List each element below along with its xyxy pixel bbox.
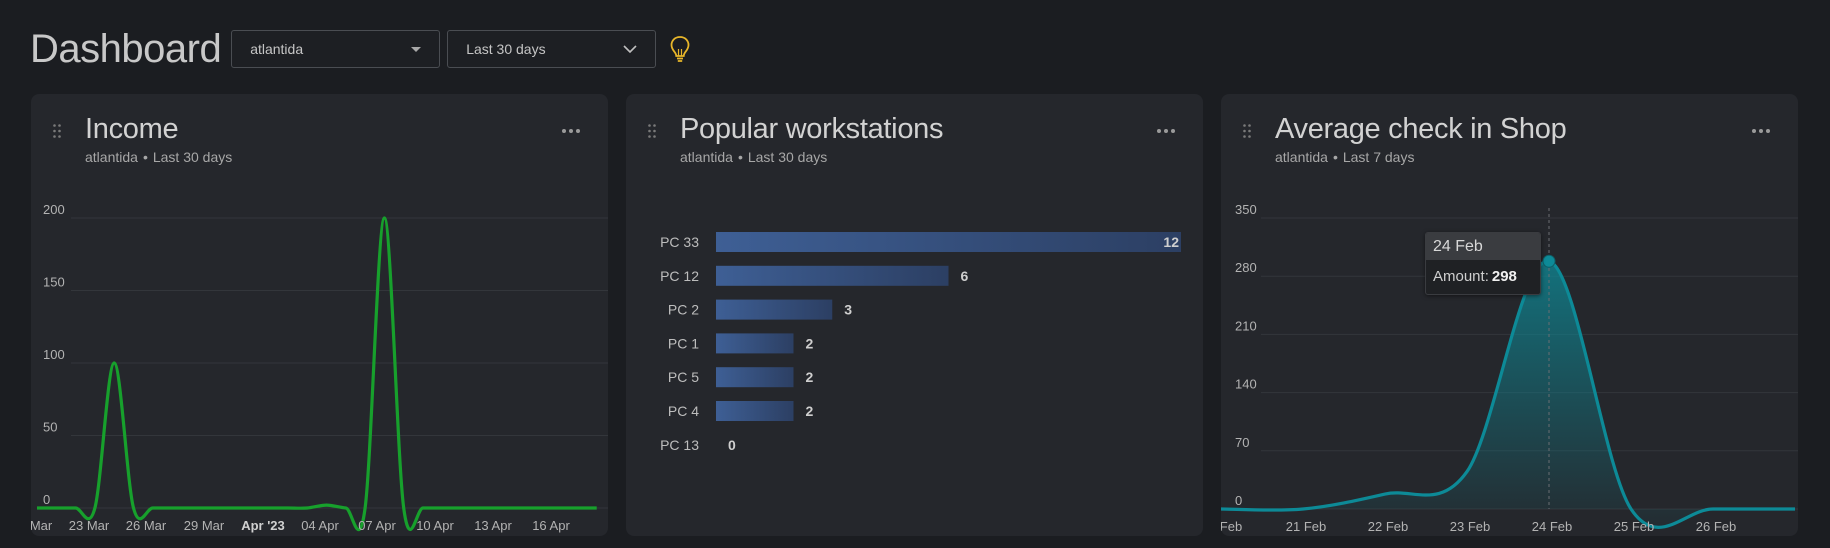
income-card: Income atlantida • Last 30 days 0 50 100 150 2… bbox=[31, 94, 608, 536]
y-tick-label: 280 bbox=[1235, 260, 1257, 275]
y-tick-label: 150 bbox=[43, 275, 65, 290]
tooltip-date: 24 Feb bbox=[1426, 233, 1540, 260]
avg-check-card: Average check in Shop atlantida • Last 7 d… bbox=[1221, 94, 1798, 536]
y-tick-label: 350 bbox=[1235, 202, 1257, 217]
x-tick-label: Mar bbox=[31, 518, 53, 533]
workstations-card: Popular workstations atlantida • Last 30 d… bbox=[626, 94, 1203, 536]
caret-down-icon bbox=[411, 46, 422, 52]
x-tick-label: 26 Mar bbox=[126, 518, 167, 533]
x-tick-label: Feb bbox=[1221, 519, 1242, 534]
bar-value-label: 2 bbox=[806, 403, 814, 419]
x-tick-label: 21 Feb bbox=[1286, 519, 1326, 534]
y-tick-label: 0 bbox=[1235, 493, 1242, 508]
workstations-bar-chart: PC 33 12PC 12 6PC 2 3PC 1 2PC 5 2PC 4 2PC 13 0 bbox=[660, 232, 1181, 453]
x-tick-label: 04 Apr bbox=[301, 518, 339, 533]
bar-value-label: 0 bbox=[728, 437, 736, 453]
location-select[interactable]: atlantida bbox=[231, 30, 441, 68]
x-tick-label: 13 Apr bbox=[474, 518, 512, 533]
header-bar: Dashboard atlantida Last 30 days bbox=[30, 26, 693, 71]
bar bbox=[716, 265, 949, 286]
x-tick-label: 26 Feb bbox=[1696, 519, 1736, 534]
bar bbox=[716, 367, 794, 388]
y-tick-label: 50 bbox=[43, 420, 57, 435]
bar-value-label: 2 bbox=[806, 335, 814, 351]
x-tick-label: 07 Apr bbox=[358, 518, 396, 533]
avg-check-area-chart: 0 70 140 210 280 350 Feb 21 Feb 22 Feb 23 Feb 24 F… bbox=[1221, 202, 1798, 534]
x-tick-label: 25 Feb bbox=[1614, 519, 1654, 534]
lightbulb-icon[interactable] bbox=[667, 34, 693, 64]
bar-value-label: 3 bbox=[844, 302, 852, 318]
period-select[interactable]: Last 30 days bbox=[447, 30, 657, 68]
bar bbox=[716, 333, 794, 354]
bar-value-label: 2 bbox=[806, 369, 814, 385]
bar-value-label: 12 bbox=[1163, 234, 1179, 250]
y-tick-label: 210 bbox=[1235, 318, 1257, 333]
x-tick-label: 23 Feb bbox=[1450, 519, 1490, 534]
bar-category-label: PC 33 bbox=[660, 234, 699, 250]
x-tick-label: 24 Feb bbox=[1532, 519, 1572, 534]
x-tick-label: 16 Apr bbox=[532, 518, 570, 533]
income-series-line bbox=[36, 216, 597, 532]
x-tick-label: 23 Mar bbox=[69, 518, 110, 533]
location-select-value: atlantida bbox=[250, 41, 304, 57]
bar-category-label: PC 5 bbox=[668, 369, 699, 385]
bar bbox=[716, 401, 794, 421]
income-line-chart: 0 50 100 150 200 Mar 23 Mar 26 Mar 29 Mar Apr '23… bbox=[31, 202, 608, 533]
y-tick-label: 200 bbox=[43, 202, 65, 217]
bar bbox=[716, 299, 833, 320]
period-select-value: Last 30 days bbox=[466, 41, 546, 57]
bar-category-label: PC 12 bbox=[660, 268, 699, 284]
x-tick-label: Apr '23 bbox=[241, 518, 285, 533]
bar-category-label: PC 13 bbox=[660, 437, 699, 453]
x-tick-label: 29 Mar bbox=[184, 518, 225, 533]
page-title: Dashboard bbox=[30, 26, 222, 71]
y-tick-label: 70 bbox=[1235, 435, 1249, 450]
bar-category-label: PC 1 bbox=[668, 335, 699, 351]
y-tick-label: 140 bbox=[1235, 377, 1257, 392]
data-point-marker bbox=[1542, 254, 1556, 268]
bar bbox=[716, 232, 1181, 252]
y-tick-label: 0 bbox=[43, 492, 50, 507]
x-tick-label: 22 Feb bbox=[1368, 519, 1408, 534]
tooltip-label: Amount: bbox=[1433, 268, 1489, 285]
bar-category-label: PC 2 bbox=[668, 302, 699, 318]
chart-tooltip: 24 Feb Amount: 298 bbox=[1425, 232, 1541, 295]
area-fill bbox=[1221, 261, 1795, 528]
bar-value-label: 6 bbox=[961, 268, 969, 284]
x-tick-label: 10 Apr bbox=[416, 518, 454, 533]
y-tick-label: 100 bbox=[43, 347, 65, 362]
chevron-down-icon bbox=[623, 44, 637, 53]
tooltip-body: Amount: 298 bbox=[1426, 260, 1540, 294]
bar-category-label: PC 4 bbox=[668, 403, 699, 419]
tooltip-value: 298 bbox=[1491, 268, 1517, 285]
